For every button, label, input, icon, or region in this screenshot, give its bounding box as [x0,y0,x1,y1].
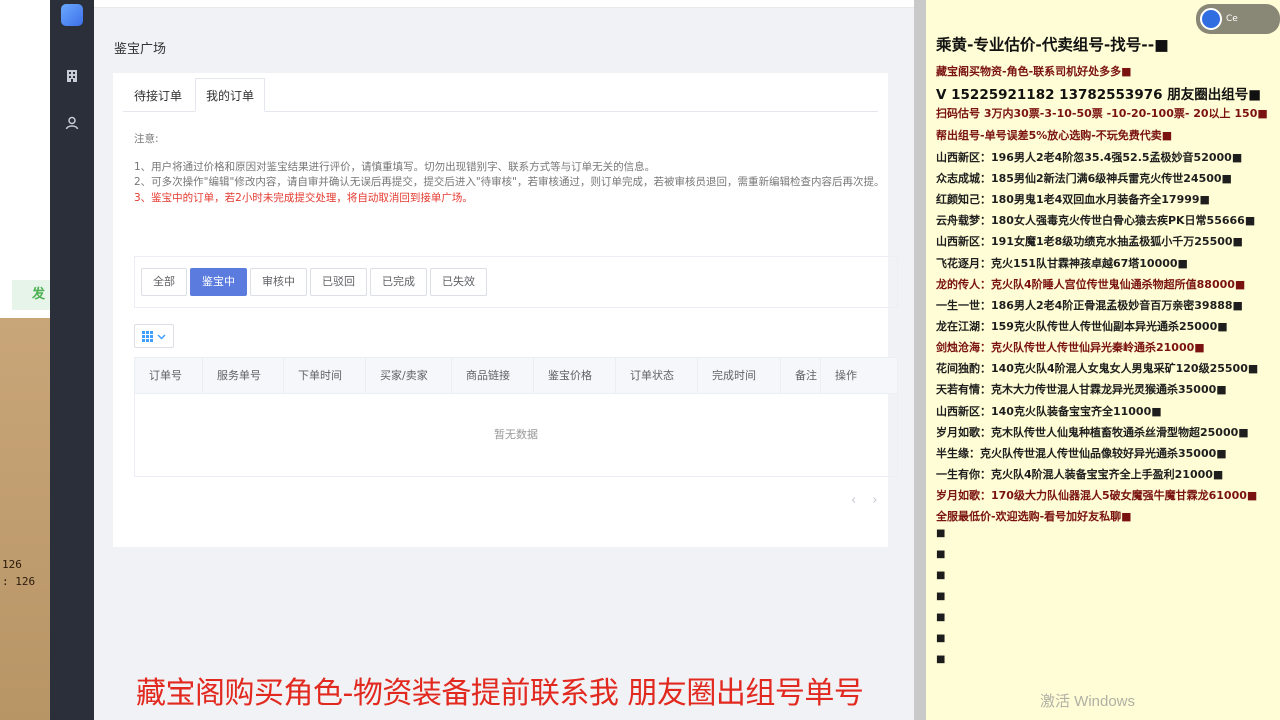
notepad-line: 一生有你：克火队4阶混人装备宝宝齐全上手盈利21000■ [936,468,1224,481]
column-header: 服务单号 [203,358,284,394]
notice-section: 注意: 1、用户将通过价格和原因对鉴宝结果进行评价，请慎重填写。切勿出现错别字、… [134,132,894,206]
desktop-strip: 发 126 : 126 [0,0,50,720]
filter-all-button[interactable]: 全部 [141,268,187,296]
column-header: 订单状态 [616,358,698,394]
notepad-line: ■ [936,612,946,623]
notepad-line: 花间独酌：140克火队4阶混人女鬼女人男鬼采矿120级25500■ [936,362,1259,375]
notepad-line: 半生缘：克火队传世混人传世仙品像较好异光通杀35000■ [936,447,1227,460]
tab-my-orders[interactable]: 我的订单 [195,78,266,112]
notepad-line: 红颜知己：180男鬼1老4双回血水月装备齐全17999■ [936,193,1210,206]
notepad-line: 岁月如歌：170级大力队仙器混人5破女魔强牛魔甘霖龙61000■ [936,489,1258,502]
notepad-line: V 15225921182 13782553976 朋友圈出组号■ [936,87,1261,103]
building-icon[interactable] [60,64,84,88]
filter-completed-button[interactable]: 已完成 [370,268,427,296]
notepad-line: 藏宝阁买物资-角色-联系司机好处多多■ [936,65,1132,78]
grid-icon [142,330,153,342]
notice-item: 1、用户将通过价格和原因对鉴宝结果进行评价，请慎重填写。切勿出现错别字、联系方式… [134,160,656,173]
next-page-icon[interactable]: › [872,493,877,508]
chevron-down-icon [157,333,166,340]
notepad-line: 天若有情：克木大力传世混人甘霖龙异光灵猴通杀35000■ [936,383,1227,396]
filter-expired-button[interactable]: 已失效 [430,268,487,296]
filter-reviewing-button[interactable]: 审核中 [250,268,307,296]
notepad-line: ■ [936,549,946,560]
notice-item: 2、可多次操作"编辑"修改内容，请自审并确认无误后再提交，提交后进入"待审核"，… [134,176,885,188]
partial-number: : 126 [2,575,36,588]
admin-app: 鉴宝广场 待接订单 我的订单 注意: 1、用户将通过价格和原因对鉴宝结果进行评价… [50,0,914,720]
column-header: 备注 [781,358,821,394]
table-header: 订单号 服务单号 下单时间 买家/卖家 商品链接 鉴宝价格 订单状态 完成时间 … [135,358,897,394]
status-filter-group: 全部 鉴宝中 审核中 已驳回 已完成 已失效 [134,256,898,308]
avatar [1200,8,1222,30]
notepad-line: ■ [936,633,946,644]
sidebar [50,0,94,720]
orders-card: 待接订单 我的订单 注意: 1、用户将通过价格和原因对鉴宝结果进行评价，请慎重填… [113,73,898,547]
windows-activation-watermark: 激活 Windows [1040,693,1136,710]
filter-appraising-button[interactable]: 鉴宝中 [190,268,247,296]
column-header: 订单号 [135,358,203,394]
background-window [0,0,50,318]
user-icon[interactable] [60,111,84,135]
notepad-panel: 乘黄-专业估价-代卖组号-找号--■ 藏宝阁买物资-角色-联系司机好处多多■ V 1… [926,0,1280,720]
green-button-partial[interactable]: 发 [12,280,50,310]
column-header: 买家/卖家 [366,358,452,394]
notepad-line: ■ [936,654,946,665]
notepad-line: 云舟载梦：180女人强毒克火传世白骨心猿去疾PK日常55666■ [936,214,1256,227]
order-tabs: 待接订单 我的订单 [123,78,878,112]
column-settings-button[interactable] [134,324,174,348]
notepad-line: 岁月如歌：克木队传世人仙鬼种植畜牧通杀丝滑型物超25000■ [936,426,1249,439]
column-header: 下单时间 [284,358,366,394]
empty-state: 暂无数据 [494,428,538,441]
column-header: 完成时间 [698,358,781,394]
notepad-line: 龙的传人：克火队4阶睡人宫位传世鬼仙通杀物超所值88000■ [936,278,1246,291]
notice-item-warning: 3、鉴宝中的订单，若2小时未完成提交处理，将自动取消回到接单广场。 [134,191,473,204]
window-divider [914,0,926,720]
notepad-line: 山西新区：196男人2老4阶忽35.4强52.5孟极妙音52000■ [936,151,1243,164]
notepad-line: 扫码估号 3万内30票-3-10-50票 -10-20-100票- 20以上 1… [936,107,1268,120]
column-header: 鉴宝价格 [534,358,616,394]
partial-number: 126 [2,558,22,571]
filter-rejected-button[interactable]: 已驳回 [310,268,367,296]
logo-icon[interactable] [61,4,83,26]
notepad-line: ■ [936,591,946,602]
prev-page-icon[interactable]: ‹ [851,493,856,508]
notepad-line: 山西新区：191女魔1老8级功绩克水抽孟极狐小千万25500■ [936,235,1243,248]
badge-text: Ce [1226,14,1238,24]
notepad-heading: 乘黄-专业估价-代卖组号-找号--■ [936,36,1169,54]
column-header: 商品链接 [452,358,534,394]
notepad-line: 飞花逐月：克火151队甘霖神孩卓越67塔10000■ [936,257,1188,270]
notice-title: 注意: [134,133,159,145]
live-badge: Ce [1196,4,1280,34]
notepad-line: 全服最低价-欢迎选购-看号加好友私聊■ [936,510,1132,523]
notepad-line: 帮出组号-单号误差5%放心选购-不玩免费代卖■ [936,129,1173,142]
notepad-line: 山西新区：140克火队装备宝宝齐全11000■ [936,405,1162,418]
bottom-advert-text: 藏宝阁购买角色-物资装备提前联系我 朋友圈出组号单号 [136,676,864,711]
page-title: 鉴宝广场 [114,42,167,57]
orders-table: 订单号 服务单号 下单时间 买家/卖家 商品链接 鉴宝价格 订单状态 完成时间 … [134,357,898,477]
main-content: 鉴宝广场 待接订单 我的订单 注意: 1、用户将通过价格和原因对鉴宝结果进行评价… [94,0,914,720]
notepad-line: 剑烛沧海：克火队传世人传世仙异光秦岭通杀21000■ [936,341,1205,354]
pagination: ‹ › [851,493,877,508]
notepad-line: 众志成城：185男仙2新法门满6级神兵雷克火传世24500■ [936,172,1232,185]
notepad-line: ■ [936,528,946,539]
column-header: 操作 [835,369,857,382]
notepad-line: 龙在江湖：159克火队传世人传世仙副本异光通杀25000■ [936,320,1228,333]
notepad-line: ■ [936,570,946,581]
top-bar [94,0,914,8]
notepad-line: 一生一世：186男人2老4阶正骨混孟极妙音百万亲密39888■ [936,299,1243,312]
tab-pending-orders[interactable]: 待接订单 [123,78,193,112]
